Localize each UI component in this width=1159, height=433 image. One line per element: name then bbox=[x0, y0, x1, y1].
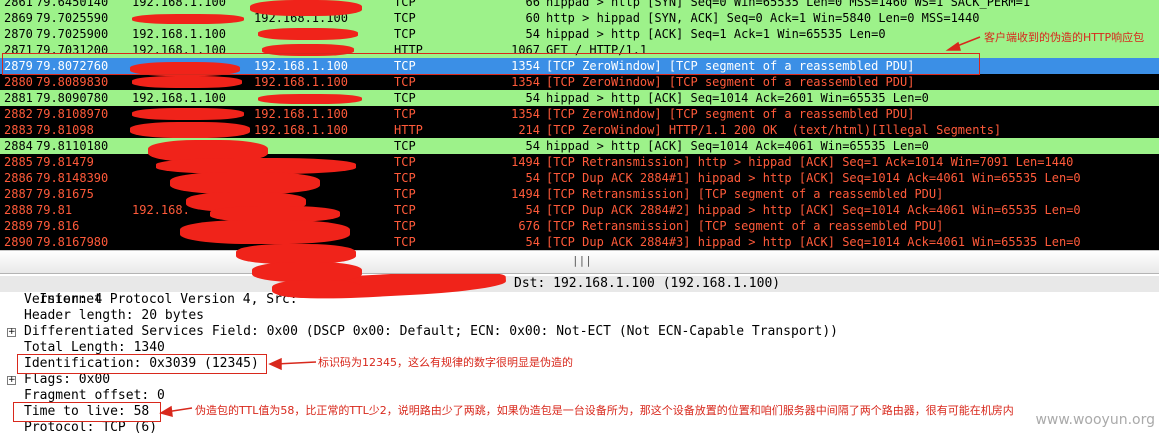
watermark: www.wooyun.org bbox=[1035, 412, 1155, 428]
annotation-arrows bbox=[159, 36, 981, 418]
identification-annotation: 标识码为12345，这么有规律的数字很明显是伪造的 bbox=[318, 356, 573, 369]
ttl-arrow-head bbox=[159, 405, 173, 418]
identification-arrow-line bbox=[275, 361, 317, 365]
http-response-annotation: 客户端收到的伪造的HTTP响应包 bbox=[984, 31, 1145, 44]
identification-arrow-head bbox=[268, 357, 282, 371]
ttl-annotation: 伪造包的TTL值为58，比正常的TTL少2，说明路由少了两跳，如果伪造包是一台设… bbox=[195, 404, 1014, 417]
http-arrow-head bbox=[945, 41, 961, 51]
